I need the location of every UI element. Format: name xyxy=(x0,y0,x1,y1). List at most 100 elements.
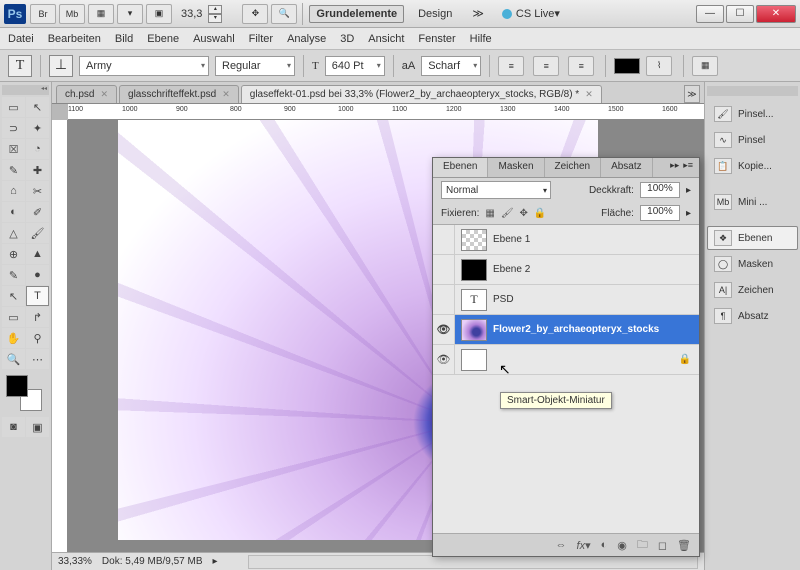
tool-25[interactable]: ⋯ xyxy=(26,349,49,369)
panel-tab-zeichen[interactable]: Zeichen xyxy=(545,158,602,177)
adjustment-layer-icon[interactable]: ◉ xyxy=(617,539,627,552)
tool-21[interactable]: ↱ xyxy=(26,307,49,327)
font-size-dropdown[interactable]: 640 Pt xyxy=(325,56,385,76)
menu-auswahl[interactable]: Auswahl xyxy=(193,33,235,45)
zoom-value[interactable]: 33,3 xyxy=(181,8,202,20)
blend-mode-dropdown[interactable]: Normal xyxy=(441,181,551,199)
tool-16[interactable]: ✎ xyxy=(2,265,25,285)
menu-ansicht[interactable]: Ansicht xyxy=(368,33,404,45)
tool-17[interactable]: ● xyxy=(26,265,49,285)
doc-tab[interactable]: glaseffekt-01.psd bei 33,3% (Flower2_by_… xyxy=(241,85,602,103)
menu-ebene[interactable]: Ebene xyxy=(147,33,179,45)
layer-row[interactable]: Ebene 2 xyxy=(433,255,699,285)
menu-hilfe[interactable]: Hilfe xyxy=(470,33,492,45)
layer-thumbnail[interactable] xyxy=(461,259,487,281)
doc-tab[interactable]: glasschrifteffekt.psd✕ xyxy=(119,85,239,103)
layer-row[interactable]: 👁Flower2_by_archaeopteryx_stocks xyxy=(433,315,699,345)
panel-tab-masken[interactable]: Masken xyxy=(488,158,544,177)
align-right-button[interactable]: ≡ xyxy=(568,56,594,76)
workspace-more[interactable]: ≫ xyxy=(466,5,490,22)
tool-18[interactable]: ↖ xyxy=(2,286,25,306)
menu-3d[interactable]: 3D xyxy=(340,33,354,45)
cslive-button[interactable]: CS Live ▾ xyxy=(502,7,560,20)
tool-19[interactable]: T xyxy=(26,286,49,306)
bridge-button[interactable]: Br xyxy=(30,4,56,24)
layer-thumbnail[interactable] xyxy=(461,319,487,341)
layer-thumbnail[interactable] xyxy=(461,349,487,371)
delete-layer-icon[interactable]: 🗑 xyxy=(677,539,691,552)
tool-20[interactable]: ▭ xyxy=(2,307,25,327)
tool-15[interactable]: ▲ xyxy=(26,244,49,264)
zoom-tool-button[interactable]: 🔍 xyxy=(271,4,297,24)
screenmode-cycle[interactable]: ▣ xyxy=(26,417,49,437)
tool-11[interactable]: ✐ xyxy=(26,202,49,222)
rpanel-pinsel[interactable]: ∿Pinsel xyxy=(707,128,798,152)
tool-23[interactable]: ⚲ xyxy=(26,328,49,348)
lock-pixels-icon[interactable]: 🖌 xyxy=(501,208,514,219)
color-swatches[interactable] xyxy=(6,375,46,411)
layer-name[interactable]: Flower2_by_archaeopteryx_stocks xyxy=(493,324,659,335)
tool-1[interactable]: ↖ xyxy=(26,97,49,117)
view-extras-button[interactable]: ▦ xyxy=(88,4,114,24)
visibility-toggle[interactable]: 👁 xyxy=(433,345,455,374)
panel-tab-absatz[interactable]: Absatz xyxy=(601,158,653,177)
app-icon[interactable]: Ps xyxy=(4,4,26,24)
opacity-input[interactable]: 100% xyxy=(640,182,680,198)
lock-all-icon[interactable]: 🔒 xyxy=(534,208,546,219)
orientation-button[interactable]: ⊥ xyxy=(49,55,73,77)
tool-8[interactable]: ⌂ xyxy=(2,181,25,201)
lock-transparent-icon[interactable]: ▦ xyxy=(485,208,494,219)
layer-mask-icon[interactable]: ◐ xyxy=(601,539,608,551)
font-family-dropdown[interactable]: Army xyxy=(79,56,209,76)
tab-nav-arrow[interactable]: ≫ xyxy=(684,85,700,103)
tool-2[interactable]: ⊃ xyxy=(2,118,25,138)
menu-bearbeiten[interactable]: Bearbeiten xyxy=(48,33,101,45)
doc-tab[interactable]: ch.psd✕ xyxy=(56,85,117,103)
rpanel-masken[interactable]: ◯Masken xyxy=(707,252,798,276)
lock-position-icon[interactable]: ✥ xyxy=(520,208,528,219)
tool-13[interactable]: 🖌 xyxy=(26,223,49,243)
menu-filter[interactable]: Filter xyxy=(249,33,273,45)
tool-9[interactable]: ✂ xyxy=(26,181,49,201)
antialias-dropdown[interactable]: Scharf xyxy=(421,56,481,76)
visibility-toggle[interactable] xyxy=(433,255,455,284)
fill-input[interactable]: 100% xyxy=(640,205,680,221)
rpanel-mini[interactable]: MbMini ... xyxy=(707,190,798,214)
tool-24[interactable]: 🔍 xyxy=(2,349,25,369)
fill-slider-icon[interactable]: ▸ xyxy=(686,208,691,219)
panel-collapse-icon[interactable]: ▸▸ xyxy=(670,160,679,175)
rpanel-kopie[interactable]: 📋Kopie... xyxy=(707,154,798,178)
maximize-button[interactable]: ☐ xyxy=(726,5,754,23)
menu-analyse[interactable]: Analyse xyxy=(287,33,326,45)
panel-menu-icon[interactable]: ▸≡ xyxy=(683,160,693,175)
opacity-slider-icon[interactable]: ▸ xyxy=(686,185,691,196)
layer-group-icon[interactable]: 🗀 xyxy=(637,536,648,555)
status-arrow[interactable]: ▸ xyxy=(213,556,218,567)
layer-name[interactable]: Ebene 1 xyxy=(493,234,530,245)
rpanel-pinsel[interactable]: 🖌Pinsel... xyxy=(707,102,798,126)
tool-4[interactable]: ☒ xyxy=(2,139,25,159)
menu-datei[interactable]: Datei xyxy=(8,33,34,45)
screen-mode-button[interactable]: ▣ xyxy=(146,4,172,24)
layer-thumbnail[interactable] xyxy=(461,229,487,251)
tool-10[interactable]: ◐ xyxy=(2,202,25,222)
layer-name[interactable]: Ebene 2 xyxy=(493,264,530,275)
new-layer-icon[interactable]: ◻ xyxy=(658,539,667,552)
zoom-stepper[interactable]: ▴▾ xyxy=(208,5,222,23)
tool-22[interactable]: ✋ xyxy=(2,328,25,348)
minibridge-button[interactable]: Mb xyxy=(59,4,85,24)
link-layers-icon[interactable]: ⇔ xyxy=(556,539,567,551)
status-doc-size[interactable]: Dok: 5,49 MB/9,57 MB xyxy=(102,556,203,567)
tab-close-icon[interactable]: ✕ xyxy=(100,89,108,100)
panel-tab-ebenen[interactable]: Ebenen xyxy=(433,158,488,177)
status-zoom[interactable]: 33,33% xyxy=(58,556,92,567)
character-panel-button[interactable]: ▦ xyxy=(692,56,718,76)
tab-close-icon[interactable]: ✕ xyxy=(585,89,593,100)
workspace-grundelemente[interactable]: Grundelemente xyxy=(309,5,404,23)
tool-preset-icon[interactable]: T xyxy=(8,55,32,77)
layer-thumbnail[interactable]: T xyxy=(461,289,487,311)
layer-row[interactable]: TPSD xyxy=(433,285,699,315)
menu-fenster[interactable]: Fenster xyxy=(418,33,455,45)
rpanel-zeichen[interactable]: A|Zeichen xyxy=(707,278,798,302)
layer-fx-icon[interactable]: fx▾ xyxy=(577,539,591,552)
